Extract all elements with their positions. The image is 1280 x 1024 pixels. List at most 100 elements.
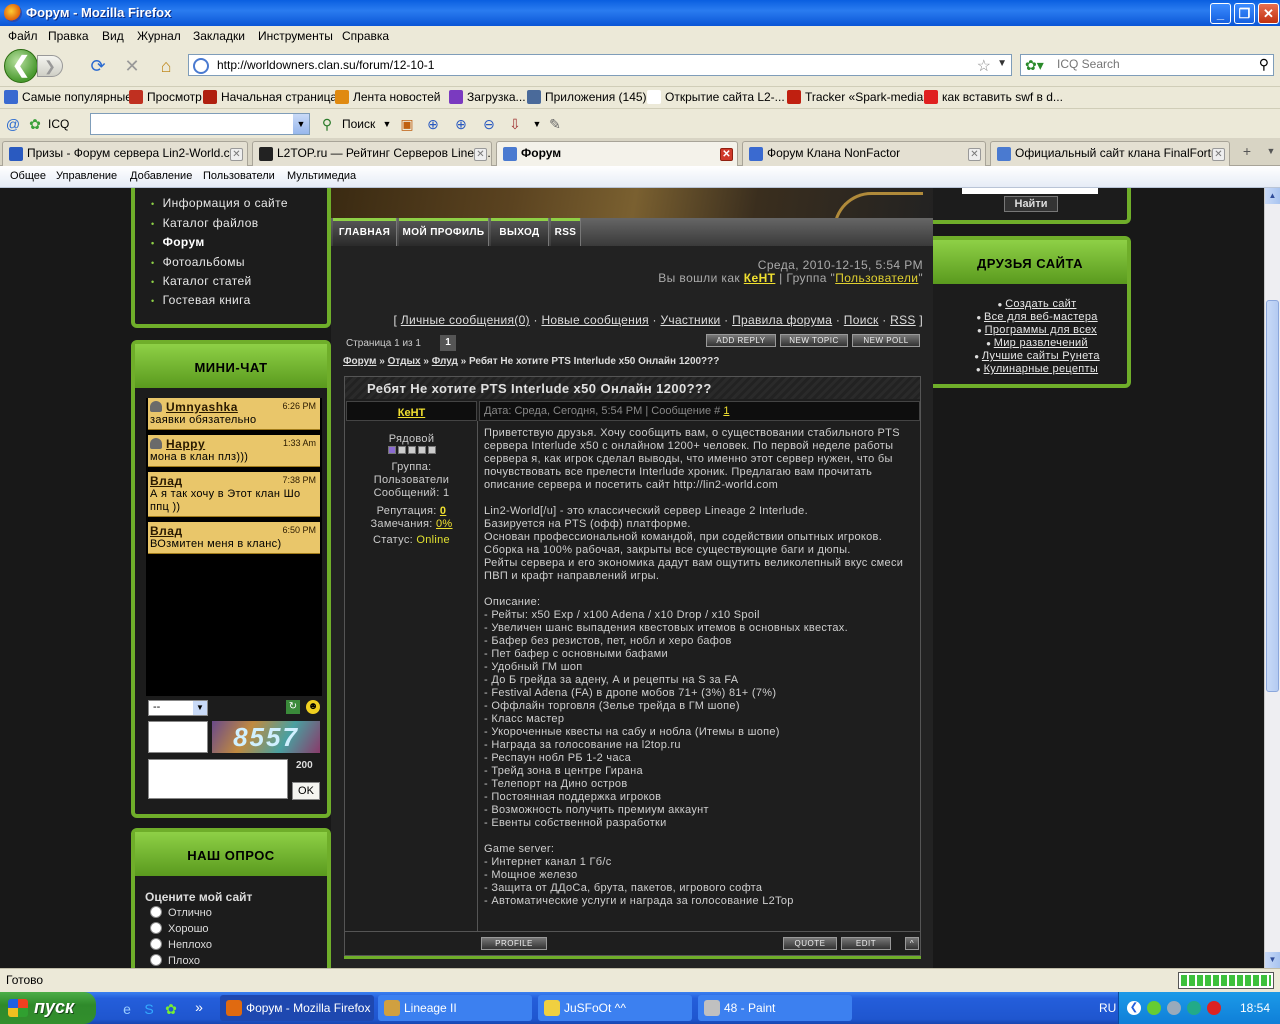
chat-user[interactable]: Влад [150,474,183,488]
site-identity-icon[interactable] [193,58,209,74]
poll-option[interactable]: Отлично [150,906,212,919]
scroll-top-button[interactable]: ^ [905,937,919,950]
menu-link-photos[interactable]: Фотоальбомы [151,255,245,269]
language-indicator[interactable]: RU [1099,1001,1116,1015]
download-icon[interactable]: ⇩ [506,115,524,133]
browser-tab[interactable]: L2TOP.ru — Рейтинг Серверов Linea... ✕ [252,141,492,166]
breadcrumb-forum[interactable]: Форум [343,356,376,367]
taskbar-button[interactable]: Форум - Mozilla Firefox [220,995,374,1021]
browser-tab[interactable]: Форум ✕ [496,141,738,167]
link-rss[interactable]: RSS [890,313,916,327]
chat-user[interactable]: Влад [150,524,183,538]
network-tray-icon[interactable] [1167,1001,1181,1015]
menu-link-forum[interactable]: Форум [151,235,205,249]
ucoz-multimedia[interactable]: Мультимедиа [287,170,356,182]
eraser-icon[interactable]: ✎ [546,115,564,133]
new-tab-icon[interactable]: + [1238,142,1256,160]
ucoz-users[interactable]: Пользователи [203,170,275,182]
zoom-out-icon[interactable]: ⊖ [480,115,498,133]
minimize-button[interactable]: _ [1210,3,1231,24]
menu-bookmarks[interactable]: Закладки [193,29,245,43]
icq-search-button[interactable]: Поиск [342,117,375,131]
friend-link[interactable]: Все для веб-мастера [984,311,1098,323]
nav-logout[interactable]: ВЫХОД [491,218,549,246]
search-icon[interactable]: ⚲ [318,115,336,133]
taskbar-button[interactable]: JuSFoOt ^^ [538,995,692,1021]
icq-at-icon[interactable]: @ [4,115,22,133]
link-rules[interactable]: Правила форума [732,313,832,327]
icq-flower-icon[interactable]: ✿ [26,115,44,133]
menu-view[interactable]: Вид [102,29,124,43]
browser-tab[interactable]: Официальный сайт клана FinalFortr... ✕ [990,141,1230,166]
combo-dropdown-icon[interactable]: ▼ [293,114,309,134]
bookmark-item[interactable]: Tracker «Spark-media» [787,90,930,104]
chat-user[interactable]: Umnyashka [166,400,238,414]
dropdown-icon[interactable]: ▼ [378,115,396,133]
dropdown-icon[interactable]: ▼ [528,115,546,133]
forward-button[interactable]: ❯ [37,55,63,77]
tab-close-icon[interactable]: ✕ [1212,148,1225,161]
menu-file[interactable]: Файл [8,29,38,43]
chat-select[interactable]: -- ▼ [148,700,208,716]
bookmark-item[interactable]: как вставить swf в d... [924,90,1063,104]
start-button[interactable]: пуск [0,992,96,1024]
bookmark-item[interactable]: Просмотр [129,90,202,104]
friend-link[interactable]: Программы для всех [985,324,1097,336]
icq-search-combo[interactable]: ▼ [90,113,310,135]
smiley-icon[interactable]: ☻ [306,700,320,714]
tab-close-icon[interactable]: ✕ [230,148,243,161]
zoom-in-large-icon[interactable]: ⊕ [452,115,470,133]
link-search[interactable]: Поиск [844,313,879,327]
bookmark-item[interactable]: Приложения (145) [527,90,647,104]
url-text[interactable]: http://worldowners.clan.su/forum/12-10-1 [217,58,434,72]
breadcrumb-rest[interactable]: Отдых [388,356,421,367]
menu-help[interactable]: Справка [342,29,389,43]
menu-link-files[interactable]: Каталог файлов [151,216,259,230]
menu-link-articles[interactable]: Каталог статей [151,274,252,288]
friend-link[interactable]: Кулинарные рецепты [984,363,1099,375]
icq-tray-icon[interactable] [1147,1001,1161,1015]
translate-icon[interactable]: ▣ [398,115,416,133]
menu-link-guestbook[interactable]: Гостевая книга [151,293,251,307]
breadcrumb-flood[interactable]: Флуд [432,356,458,367]
quicklaunch-more-icon[interactable]: » [190,998,208,1016]
taskbar-button[interactable]: 48 - Paint [698,995,852,1021]
chevron-down-icon[interactable]: ▼ [193,701,207,715]
tab-list-icon[interactable]: ▼ [1262,142,1280,160]
page-1-button[interactable]: 1 [440,335,456,351]
reload-icon[interactable]: ⟳ [86,54,110,78]
new-poll-button[interactable]: NEW POLL [852,334,920,347]
site-search-button[interactable]: Найти [1004,196,1058,212]
bookmark-item[interactable]: Лента новостей [335,90,441,104]
chat-ok-button[interactable]: OK [292,782,320,800]
browser-tab[interactable]: Форум Клана NonFactor ✕ [742,141,986,166]
bookmark-item[interactable]: Загрузка... [449,90,526,104]
quote-button[interactable]: QUOTE [783,937,837,950]
captcha-input[interactable] [148,721,208,753]
icq-label[interactable]: ICQ [48,117,69,131]
scroll-down-icon[interactable]: ▼ [1265,952,1280,968]
ie-icon[interactable]: e [118,1000,136,1018]
menu-tools[interactable]: Инструменты [258,29,333,43]
radio-button[interactable] [150,922,162,934]
group-link[interactable]: Пользователи [835,271,918,285]
menu-edit[interactable]: Правка [48,29,89,43]
menu-link-info[interactable]: Информация о сайте [151,196,288,210]
nav-profile[interactable]: МОЙ ПРОФИЛЬ [399,218,489,246]
skype-icon[interactable]: S [140,1000,158,1018]
radio-button[interactable] [150,906,162,918]
chat-user[interactable]: Happy [166,437,205,451]
close-button[interactable]: ✕ [1258,3,1279,24]
tab-close-icon[interactable]: ✕ [968,148,981,161]
scroll-up-icon[interactable]: ▲ [1265,188,1280,204]
url-dropdown-icon[interactable]: ▼ [997,58,1007,69]
nav-home[interactable]: ГЛАВНАЯ [333,218,397,246]
vertical-scrollbar[interactable]: ▲ ▼ [1264,188,1280,968]
chat-message-input[interactable] [148,759,288,799]
reputation-link[interactable]: 0 [440,505,446,517]
link-new-messages[interactable]: Новые сообщения [541,313,648,327]
link-private-messages[interactable]: Личные сообщения(0) [401,313,530,327]
post-number-link[interactable]: 1 [723,405,729,417]
link-members[interactable]: Участники [660,313,720,327]
bookmark-item[interactable]: Открытие сайта L2-... [647,90,785,104]
